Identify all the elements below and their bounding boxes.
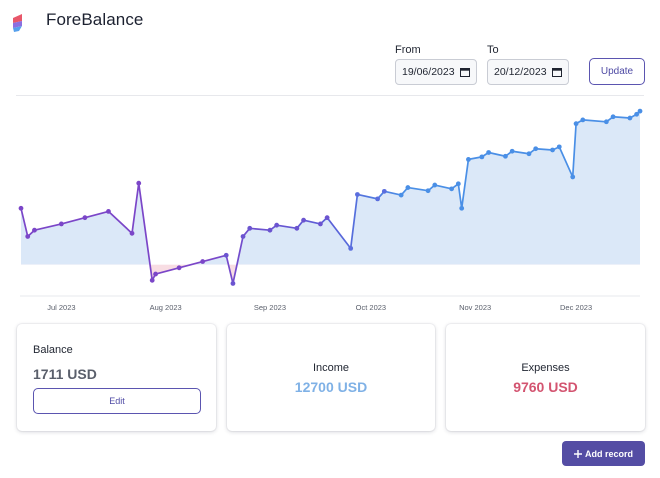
data-point [200, 259, 206, 264]
data-point [405, 185, 411, 190]
data-point [58, 221, 64, 227]
data-point [82, 215, 88, 221]
area-positive [21, 111, 640, 265]
calendar-icon[interactable] [552, 67, 562, 77]
balance-chart: Jul 2023 Aug 2023 Sep 2023 Oct 2023 Nov 2023… [18, 108, 643, 312]
data-point [274, 222, 280, 228]
data-point [230, 281, 236, 286]
data-point [153, 271, 158, 277]
data-point [533, 146, 539, 152]
edit-balance-button[interactable]: Edit [33, 388, 201, 414]
x-tick-label: Nov 2023 [459, 303, 491, 312]
x-tick-label: Sep 2023 [254, 303, 286, 312]
data-point [550, 147, 555, 153]
data-point [573, 121, 579, 127]
data-point [526, 151, 532, 157]
expenses-card: Expenses 9760 USD [446, 324, 645, 431]
data-point [176, 265, 182, 271]
app-logo [13, 14, 22, 32]
data-point [479, 154, 485, 160]
data-point [324, 215, 330, 221]
income-card: Income 12700 USD [227, 324, 435, 431]
calendar-icon[interactable] [460, 67, 470, 77]
update-button[interactable]: Update [589, 58, 645, 85]
to-label: To [487, 44, 499, 56]
x-tick-label: Jul 2023 [47, 303, 75, 312]
data-point [223, 252, 229, 258]
data-point [267, 227, 273, 233]
data-point [136, 180, 142, 186]
data-point [627, 115, 633, 121]
data-point [355, 192, 360, 197]
data-point [247, 225, 253, 231]
data-point [455, 181, 461, 187]
data-point [25, 234, 31, 239]
plus-icon [573, 449, 582, 458]
app-name: ForeBalance [46, 10, 144, 29]
x-tick-label: Dec 2023 [560, 303, 592, 312]
from-date-value: 19/06/2023 [402, 66, 455, 78]
data-point [318, 221, 323, 227]
data-point [348, 245, 354, 251]
data-point [570, 174, 576, 180]
data-point [432, 182, 438, 188]
expenses-title: Expenses [521, 362, 570, 374]
to-date-input[interactable]: 20/12/2023 [487, 59, 569, 85]
data-point [603, 119, 609, 125]
data-point [106, 209, 111, 214]
from-date-input[interactable]: 19/06/2023 [395, 59, 477, 85]
header-divider [16, 95, 644, 96]
x-tick-label: Oct 2023 [356, 303, 386, 312]
data-point [381, 188, 387, 194]
add-record-label: Add record [584, 448, 633, 459]
data-point [509, 148, 515, 154]
data-point [240, 234, 246, 239]
data-point [129, 230, 135, 236]
data-point [294, 225, 300, 231]
data-point [486, 150, 492, 155]
balance-card: Balance 1711 USD Edit [17, 324, 216, 431]
expenses-value: 9760 USD [513, 379, 578, 395]
data-point [449, 186, 455, 192]
data-point [610, 114, 616, 120]
to-date-value: 20/12/2023 [494, 66, 547, 78]
add-record-button[interactable]: Add record [562, 441, 645, 466]
income-title: Income [312, 362, 350, 374]
data-point [18, 205, 24, 211]
data-point [459, 205, 465, 211]
data-point [425, 188, 431, 194]
data-point [466, 156, 471, 162]
data-point [32, 227, 37, 233]
income-value: 12700 USD [294, 379, 368, 395]
balance-value: 1711 USD [33, 366, 97, 382]
data-point [503, 153, 508, 159]
balance-title: Balance [33, 344, 73, 356]
data-point [580, 117, 586, 123]
data-point [637, 108, 643, 114]
from-label: From [395, 44, 421, 56]
data-point [556, 144, 562, 150]
data-point [149, 277, 155, 283]
data-point [398, 192, 404, 198]
data-point [375, 196, 380, 202]
x-tick-label: Aug 2023 [150, 303, 182, 312]
data-point [301, 217, 306, 223]
